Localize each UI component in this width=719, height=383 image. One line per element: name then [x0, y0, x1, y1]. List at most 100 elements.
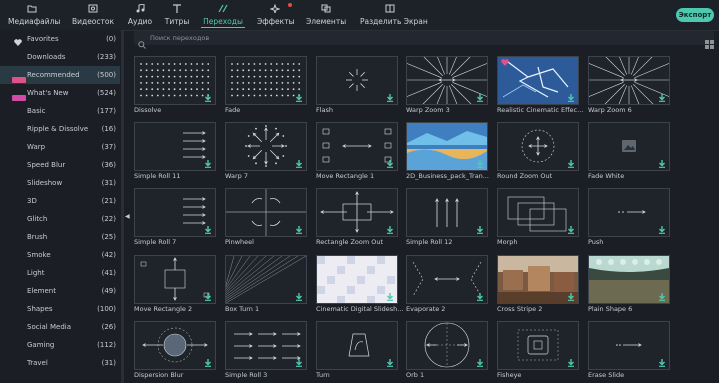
transition-card[interactable]: Turn	[316, 321, 398, 381]
sidebar-item-basic[interactable]: Basic (177)	[0, 102, 120, 120]
download-icon[interactable]	[476, 226, 484, 234]
transition-thumbnail[interactable]	[316, 255, 398, 304]
sidebar-item-whats-new[interactable]: What's New (524)	[0, 84, 120, 102]
sidebar-item-gaming[interactable]: Gaming (112)	[0, 336, 120, 354]
transition-thumbnail[interactable]	[316, 321, 398, 370]
sidebar-item-travel[interactable]: Travel (31)	[0, 354, 120, 372]
sidebar-item-speed-blur[interactable]: Speed Blur (36)	[0, 156, 120, 174]
transition-thumbnail[interactable]	[497, 255, 579, 304]
transition-thumbnail[interactable]	[134, 56, 216, 105]
download-icon[interactable]	[204, 94, 212, 102]
download-icon[interactable]	[386, 293, 394, 301]
transition-thumbnail[interactable]	[225, 188, 307, 237]
transition-thumbnail[interactable]	[588, 56, 670, 105]
download-icon[interactable]	[204, 160, 212, 168]
download-icon[interactable]	[567, 226, 575, 234]
transition-card[interactable]: Cinematic Digital Slidesh...	[316, 255, 404, 315]
download-icon[interactable]	[295, 293, 303, 301]
transition-thumbnail[interactable]	[497, 56, 579, 105]
sidebar-item-glitch[interactable]: Glitch (22)	[0, 210, 120, 228]
transition-card[interactable]: Morph	[497, 188, 579, 248]
download-icon[interactable]	[386, 160, 394, 168]
download-icon[interactable]	[658, 359, 666, 367]
tab-elements[interactable]: Элементы	[306, 2, 346, 29]
transition-card[interactable]: Simple Roll 12	[406, 188, 488, 248]
transition-thumbnail[interactable]	[225, 122, 307, 171]
sidebar-item-smoke[interactable]: Smoke (42)	[0, 246, 120, 264]
transition-thumbnail[interactable]	[134, 122, 216, 171]
download-icon[interactable]	[476, 293, 484, 301]
transition-card[interactable]: Warp 7	[225, 122, 307, 182]
transition-thumbnail[interactable]	[588, 122, 670, 171]
transition-thumbnail[interactable]	[134, 188, 216, 237]
transition-thumbnail[interactable]	[406, 321, 488, 370]
transition-thumbnail[interactable]	[588, 321, 670, 370]
download-icon[interactable]	[476, 359, 484, 367]
transition-thumbnail[interactable]	[588, 255, 670, 304]
download-icon[interactable]	[658, 226, 666, 234]
transition-card[interactable]: Move Rectangle 1	[316, 122, 398, 182]
download-icon[interactable]	[295, 94, 303, 102]
transition-card[interactable]: Warp Zoom 6	[588, 56, 670, 116]
transition-thumbnail[interactable]	[316, 188, 398, 237]
transition-card[interactable]: Simple Roll 7	[134, 188, 216, 248]
download-icon[interactable]	[658, 293, 666, 301]
export-button[interactable]: Экспорт	[676, 8, 714, 22]
sidebar-item-favorites[interactable]: Favorites (0)	[0, 30, 120, 48]
transition-card[interactable]: Fisheye	[497, 321, 579, 381]
transition-card[interactable]: Push	[588, 188, 670, 248]
sidebar-item-social-media[interactable]: Social Media (26)	[0, 318, 120, 336]
tab-stock[interactable]: Видеосток	[70, 2, 116, 29]
transition-card[interactable]: Dissolve	[134, 56, 216, 116]
transition-thumbnail[interactable]	[497, 321, 579, 370]
sidebar-item-downloads[interactable]: Downloads (233)	[0, 48, 120, 66]
transition-card[interactable]: Round Zoom Out	[497, 122, 579, 182]
download-icon[interactable]	[658, 160, 666, 168]
transition-card[interactable]: Simple Roll 11	[134, 122, 216, 182]
download-icon[interactable]	[386, 94, 394, 102]
transition-card[interactable]: Erase Slide	[588, 321, 670, 381]
sidebar-item-ripple-dissolve[interactable]: Ripple & Dissolve (16)	[0, 120, 120, 138]
sidebar-item-recommended[interactable]: Recommended (500)	[0, 66, 120, 84]
transition-card[interactable]: Pinwheel	[225, 188, 307, 248]
sidebar-scrollbar[interactable]	[121, 30, 124, 383]
sidebar-item-slideshow[interactable]: Slideshow (31)	[0, 174, 120, 192]
download-icon[interactable]	[476, 94, 484, 102]
tab-split-screen[interactable]: Разделить Экран	[360, 2, 428, 29]
download-icon[interactable]	[386, 226, 394, 234]
transition-thumbnail[interactable]	[406, 188, 488, 237]
transition-thumbnail[interactable]	[406, 122, 488, 171]
tab-media[interactable]: Медиафайлы	[8, 2, 60, 29]
tab-titles[interactable]: Титры	[164, 2, 190, 29]
transition-thumbnail[interactable]	[316, 56, 398, 105]
transition-card[interactable]: Dispersion Blur	[134, 321, 216, 381]
download-icon[interactable]	[295, 160, 303, 168]
transition-thumbnail[interactable]	[497, 188, 579, 237]
download-icon[interactable]	[204, 226, 212, 234]
download-icon[interactable]	[567, 359, 575, 367]
transition-card[interactable]: Fade	[225, 56, 307, 116]
sidebar-item-warp[interactable]: Warp (37)	[0, 138, 120, 156]
sidebar-item-light[interactable]: Light (41)	[0, 264, 120, 282]
transition-thumbnail[interactable]	[225, 255, 307, 304]
transition-card[interactable]: 2D_Business_pack_Tran...	[406, 122, 489, 182]
transition-card[interactable]: Cross Stripe 2	[497, 255, 579, 315]
transition-thumbnail[interactable]	[134, 255, 216, 304]
transition-card[interactable]: Flash	[316, 56, 398, 116]
transition-thumbnail[interactable]	[497, 122, 579, 171]
grid-view-icon[interactable]	[705, 34, 714, 53]
transition-card[interactable]: Box Turn 1	[225, 255, 307, 315]
transition-card[interactable]: Rectangle Zoom Out	[316, 188, 398, 248]
transition-card[interactable]: Orb 1	[406, 321, 488, 381]
transition-card[interactable]: Fade White	[588, 122, 670, 182]
download-icon[interactable]	[204, 359, 212, 367]
download-icon[interactable]	[658, 94, 666, 102]
transition-card[interactable]: Move Rectangle 2	[134, 255, 216, 315]
transition-card[interactable]: Warp Zoom 3	[406, 56, 488, 116]
sidebar-item-element[interactable]: Element (49)	[0, 282, 120, 300]
download-icon[interactable]	[204, 293, 212, 301]
download-icon[interactable]	[386, 359, 394, 367]
transition-card[interactable]: Simple Roll 3	[225, 321, 307, 381]
transition-card[interactable]: Realistic Cinematic Effec...	[497, 56, 583, 116]
sidebar-item-shapes[interactable]: Shapes (100)	[0, 300, 120, 318]
